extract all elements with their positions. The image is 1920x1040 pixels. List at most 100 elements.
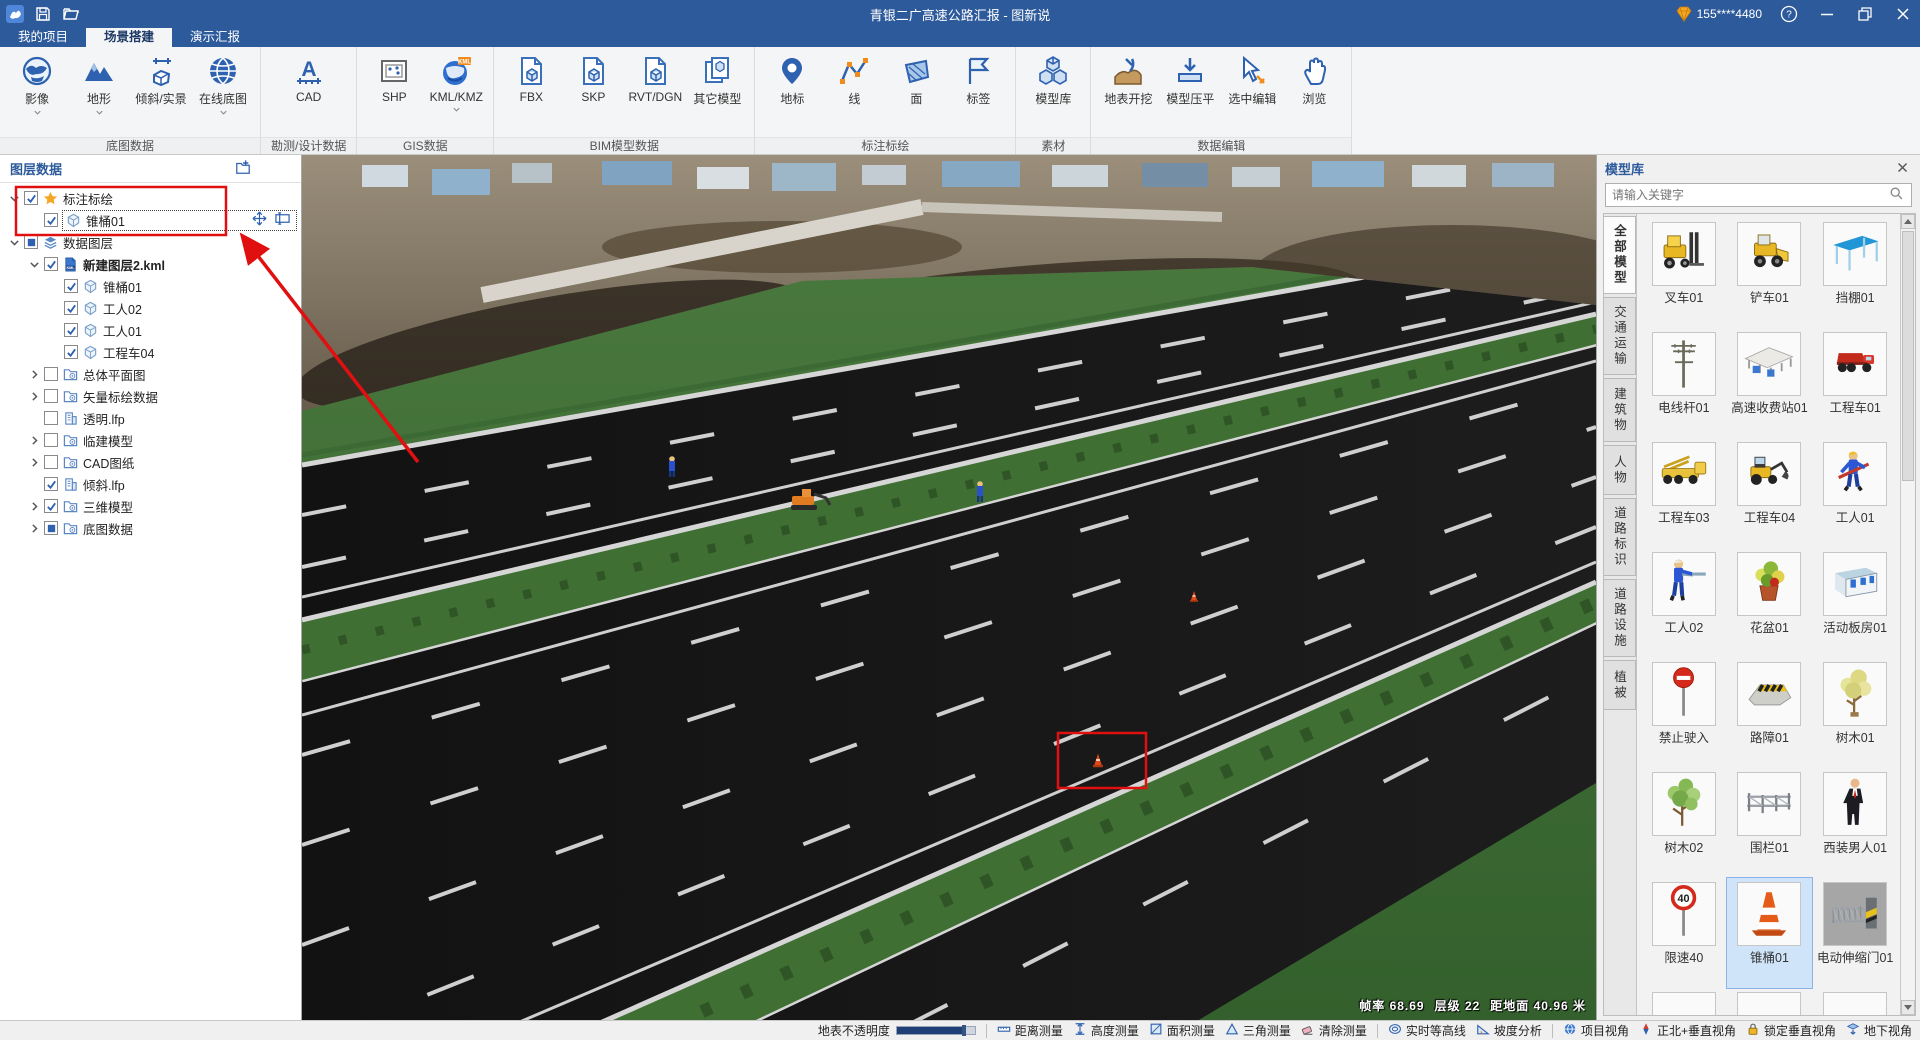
ribbon-button[interactable]: 地形: [68, 50, 130, 137]
search-icon[interactable]: [1889, 186, 1905, 205]
help-button[interactable]: ?: [1772, 0, 1806, 28]
ribbon-button[interactable]: 在线底图: [192, 50, 254, 137]
statusbar-button[interactable]: 实时等高线: [1388, 1022, 1466, 1039]
category-tab[interactable]: 建筑物: [1604, 378, 1636, 442]
ribbon-button[interactable]: ACAD: [278, 50, 340, 137]
model-item[interactable]: 工人02: [1641, 548, 1727, 658]
ribbon-button[interactable]: 面: [885, 50, 947, 137]
model-item[interactable]: 锥桶01: [1727, 878, 1813, 988]
layer-tree-row[interactable]: 锥桶01: [0, 209, 301, 231]
chevron-down-icon[interactable]: [32, 107, 43, 117]
statusbar-button[interactable]: 三角测量: [1225, 1022, 1291, 1039]
layer-tree-row[interactable]: KML新建图层2.kml: [0, 253, 301, 275]
ribbon-button[interactable]: 影像: [6, 50, 68, 137]
statusbar-button[interactable]: 面积测量: [1149, 1022, 1215, 1039]
model-search-input[interactable]: [1612, 188, 1889, 202]
layer-tree-row[interactable]: 工程车04: [0, 341, 301, 363]
model-item[interactable]: 禁止驶入: [1641, 658, 1727, 768]
layer-tree-row[interactable]: 临建模型: [0, 429, 301, 451]
close-button[interactable]: [1886, 0, 1920, 28]
rename-icon[interactable]: [275, 211, 290, 229]
layer-tree-row[interactable]: 总体平面图: [0, 363, 301, 385]
layer-tree-row[interactable]: CAD图纸: [0, 451, 301, 473]
layer-checkbox-on[interactable]: [64, 301, 78, 315]
expander-closed-icon[interactable]: [26, 498, 42, 514]
open-folder-icon[interactable]: [62, 5, 80, 23]
layer-checkbox-off[interactable]: [44, 433, 58, 447]
user-account[interactable]: 155****4480: [1697, 7, 1762, 21]
layer-checkbox-on[interactable]: [44, 213, 58, 227]
terrain-opacity-slider[interactable]: [896, 1026, 976, 1035]
layer-tree-row[interactable]: 工人02: [0, 297, 301, 319]
model-item[interactable]: 叉车01: [1641, 218, 1727, 328]
model-item[interactable]: 工程车04: [1727, 438, 1813, 548]
layer-tree-row[interactable]: 锥桶01: [0, 275, 301, 297]
chevron-down-icon[interactable]: [94, 107, 105, 117]
layer-tree-row[interactable]: 底图数据: [0, 517, 301, 539]
model-item[interactable]: 树木01: [1812, 658, 1898, 768]
selected-layer-box[interactable]: 锥桶01: [62, 210, 297, 231]
ribbon-button[interactable]: 倾斜/实景: [130, 50, 192, 137]
layer-checkbox-off[interactable]: [44, 389, 58, 403]
viewport-3d[interactable]: 帧率 68.69层级 22距地面 40.96 米: [302, 155, 1596, 1020]
layer-tree-row[interactable]: 倾斜.lfp: [0, 473, 301, 495]
ribbon-button[interactable]: 线: [823, 50, 885, 137]
new-layer-icon[interactable]: [235, 159, 251, 178]
minimize-button[interactable]: [1810, 0, 1844, 28]
statusbar-button[interactable]: 高度测量: [1073, 1022, 1139, 1039]
category-tab[interactable]: 人物: [1604, 445, 1636, 495]
model-item[interactable]: 西装男人01: [1812, 768, 1898, 878]
layer-checkbox-on[interactable]: [44, 477, 58, 491]
move-icon[interactable]: [252, 211, 267, 229]
layer-tree-row[interactable]: 标注标绘: [0, 187, 301, 209]
layer-checkbox-partial[interactable]: [24, 235, 38, 249]
expander-open-icon[interactable]: [26, 256, 42, 272]
statusbar-button[interactable]: 坡度分析: [1476, 1022, 1542, 1039]
statusbar-button[interactable]: 清除测量: [1301, 1022, 1367, 1039]
ribbon-button[interactable]: SHP: [363, 50, 425, 137]
ribbon-button[interactable]: SKP: [562, 50, 624, 137]
layer-checkbox-on[interactable]: [44, 499, 58, 513]
model-item[interactable]: 铲车01: [1727, 218, 1813, 328]
model-item[interactable]: 高速收费站01: [1727, 328, 1813, 438]
scroll-up-icon[interactable]: [1901, 214, 1915, 229]
layer-tree-row[interactable]: 三维模型: [0, 495, 301, 517]
model-item[interactable]: 工程车03: [1641, 438, 1727, 548]
expander-closed-icon[interactable]: [26, 388, 42, 404]
expander-open-icon[interactable]: [6, 234, 22, 250]
layer-tree-row[interactable]: 工人01: [0, 319, 301, 341]
category-tab[interactable]: 植被: [1604, 660, 1636, 710]
model-item[interactable]: 活动板房01: [1812, 548, 1898, 658]
panel-close-icon[interactable]: [1894, 159, 1912, 177]
ribbon-button[interactable]: FBX: [500, 50, 562, 137]
tab-scene-build[interactable]: 场景搭建: [86, 28, 172, 47]
model-item[interactable]: 工程车01: [1812, 328, 1898, 438]
model-item[interactable]: 电动伸缩门01: [1812, 878, 1898, 988]
category-tab[interactable]: 道路设施: [1604, 579, 1636, 657]
layer-checkbox-off[interactable]: [44, 455, 58, 469]
model-grid-scrollbar[interactable]: [1900, 214, 1915, 1015]
ribbon-button[interactable]: 其它模型: [686, 50, 748, 137]
ribbon-button[interactable]: 标签: [947, 50, 1009, 137]
ribbon-button[interactable]: 模型压平: [1159, 50, 1221, 137]
model-item-partial[interactable]: [1812, 988, 1898, 1015]
model-item[interactable]: 树木02: [1641, 768, 1727, 878]
statusbar-button[interactable]: 正北+垂直视角: [1639, 1022, 1736, 1039]
model-item[interactable]: 路障01: [1727, 658, 1813, 768]
layer-tree-row[interactable]: 矢量标绘数据: [0, 385, 301, 407]
layer-checkbox-on[interactable]: [64, 345, 78, 359]
ribbon-button[interactable]: 浏览: [1283, 50, 1345, 137]
layer-checkbox-partial[interactable]: [44, 521, 58, 535]
expander-closed-icon[interactable]: [26, 366, 42, 382]
model-item[interactable]: 花盆01: [1727, 548, 1813, 658]
expander-closed-icon[interactable]: [26, 520, 42, 536]
ribbon-button[interactable]: 地表开挖: [1097, 50, 1159, 137]
scrollbar-thumb[interactable]: [1902, 231, 1914, 481]
model-item[interactable]: 电线杆01: [1641, 328, 1727, 438]
chevron-down-icon[interactable]: [451, 104, 462, 114]
save-icon[interactable]: [34, 5, 52, 23]
expander-open-icon[interactable]: [6, 190, 22, 206]
ribbon-button[interactable]: RVT/DGN: [624, 50, 686, 137]
model-item[interactable]: 工人01: [1812, 438, 1898, 548]
model-item[interactable]: 挡棚01: [1812, 218, 1898, 328]
